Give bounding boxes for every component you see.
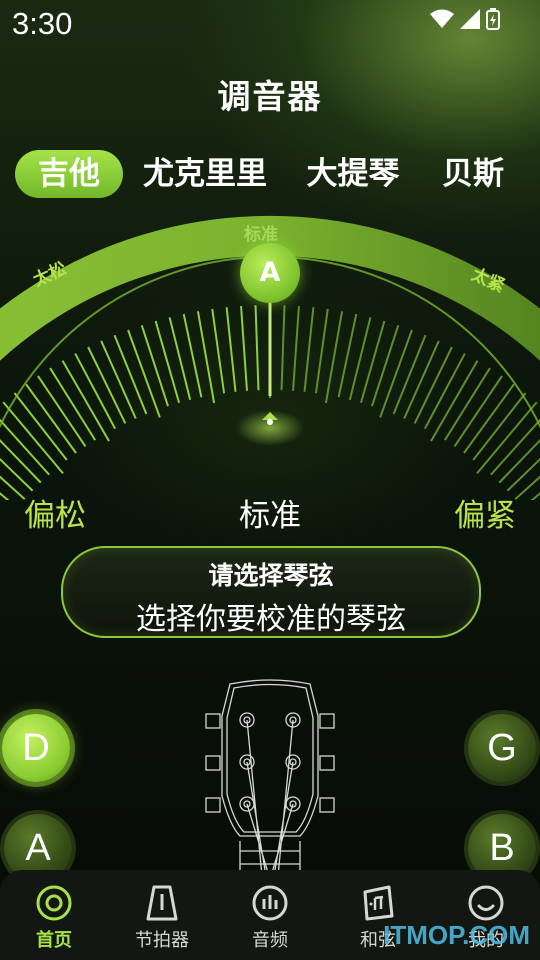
cell-signal-icon [460,9,480,29]
gauge-standard-label: 标准 [244,225,278,245]
target-icon [36,885,72,921]
audio-bars-icon [252,885,288,921]
status-icons [430,8,500,30]
gauge-tick [292,305,300,391]
select-string-hint: 请选择琴弦 选择你要校准的琴弦 [61,546,481,638]
metronome-icon [146,885,178,921]
gauge-tick [0,438,42,484]
gauge-tick [379,329,413,418]
needle-dot [267,419,273,425]
wifi-icon [430,9,454,28]
battery-icon [486,8,500,30]
tab-guitar[interactable]: 吉他 [15,150,123,198]
gauge-tick [140,325,169,407]
gauge-tick [403,340,440,419]
status-tight: 偏紧 [454,498,516,534]
nav-metronome[interactable]: 节拍器 [108,884,216,952]
gauge-tick [476,401,538,474]
instrument-tabs: 吉他 尤克里里 大提琴 贝斯 [0,150,540,198]
nav-audio-label: 音频 [252,930,288,951]
gauge-tick [240,305,248,391]
gauge-tick [314,308,329,394]
status-time: 3:30 [12,6,73,41]
chord-card-icon [363,885,394,921]
note-indicator: A [240,243,300,303]
gauge-tick [371,325,400,407]
tab-bass[interactable]: 贝斯 [432,150,514,198]
hint-subtitle: 选择你要校准的琴弦 [136,602,406,637]
nav-audio[interactable]: 音频 [216,884,324,952]
gauge-tick [2,401,64,474]
guitar-headstock-image [205,679,335,876]
tab-ukulele[interactable]: 尤克里里 [136,150,274,198]
gauge-tick [303,307,315,392]
gauge-tick [280,305,286,391]
hint-title: 请选择琴弦 [208,561,334,590]
gauge-tick [225,307,237,392]
gauge-tick [154,320,181,404]
gauge-tick [211,308,226,394]
gauge-tick [100,340,137,419]
string-g-button[interactable]: G [468,714,536,782]
string-d-button[interactable]: D [2,714,70,782]
watermark: ITMOP.COM [383,920,530,950]
gauge-tick [127,329,161,418]
gauge-tick [359,320,386,404]
page-title: 调音器 [217,77,323,116]
gauge-tick [498,438,540,484]
gauge-tick [392,334,427,415]
gauge-tick [254,305,260,391]
status-loose: 偏松 [24,498,86,534]
tuning-status-row: 标准 偏松 偏紧 [0,490,540,534]
nav-metronome-label: 节拍器 [135,930,189,951]
status-bar: 3:30 [0,0,540,48]
nav-home[interactable]: 首页 [0,884,108,952]
smile-icon [468,885,504,921]
nav-home-label: 首页 [36,930,72,951]
gauge-tick [113,334,148,415]
tab-cello[interactable]: 大提琴 [298,150,408,198]
